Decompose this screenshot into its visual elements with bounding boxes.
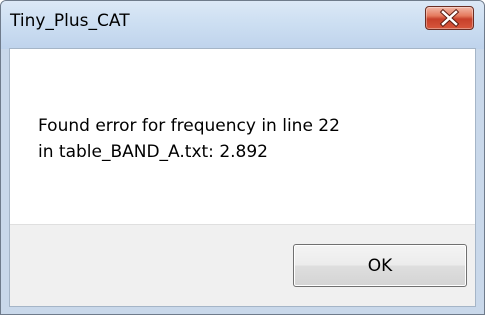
dialog-content: Found error for frequency in line 22 in … — [9, 48, 476, 307]
button-bar: OK — [10, 224, 475, 306]
error-message-line-2: in table_BAND_A.txt: 2.892 — [38, 142, 268, 162]
error-message-line-1: Found error for frequency in line 22 — [38, 116, 340, 136]
message-area: Found error for frequency in line 22 in … — [10, 49, 475, 224]
close-icon — [439, 8, 460, 28]
ok-button[interactable]: OK — [293, 244, 467, 287]
window-title: Tiny_Plus_CAT — [10, 11, 130, 31]
close-button[interactable] — [425, 6, 474, 30]
title-bar[interactable]: Tiny_Plus_CAT — [1, 1, 484, 49]
dialog-window: Tiny_Plus_CAT Found error for frequency … — [0, 0, 485, 315]
